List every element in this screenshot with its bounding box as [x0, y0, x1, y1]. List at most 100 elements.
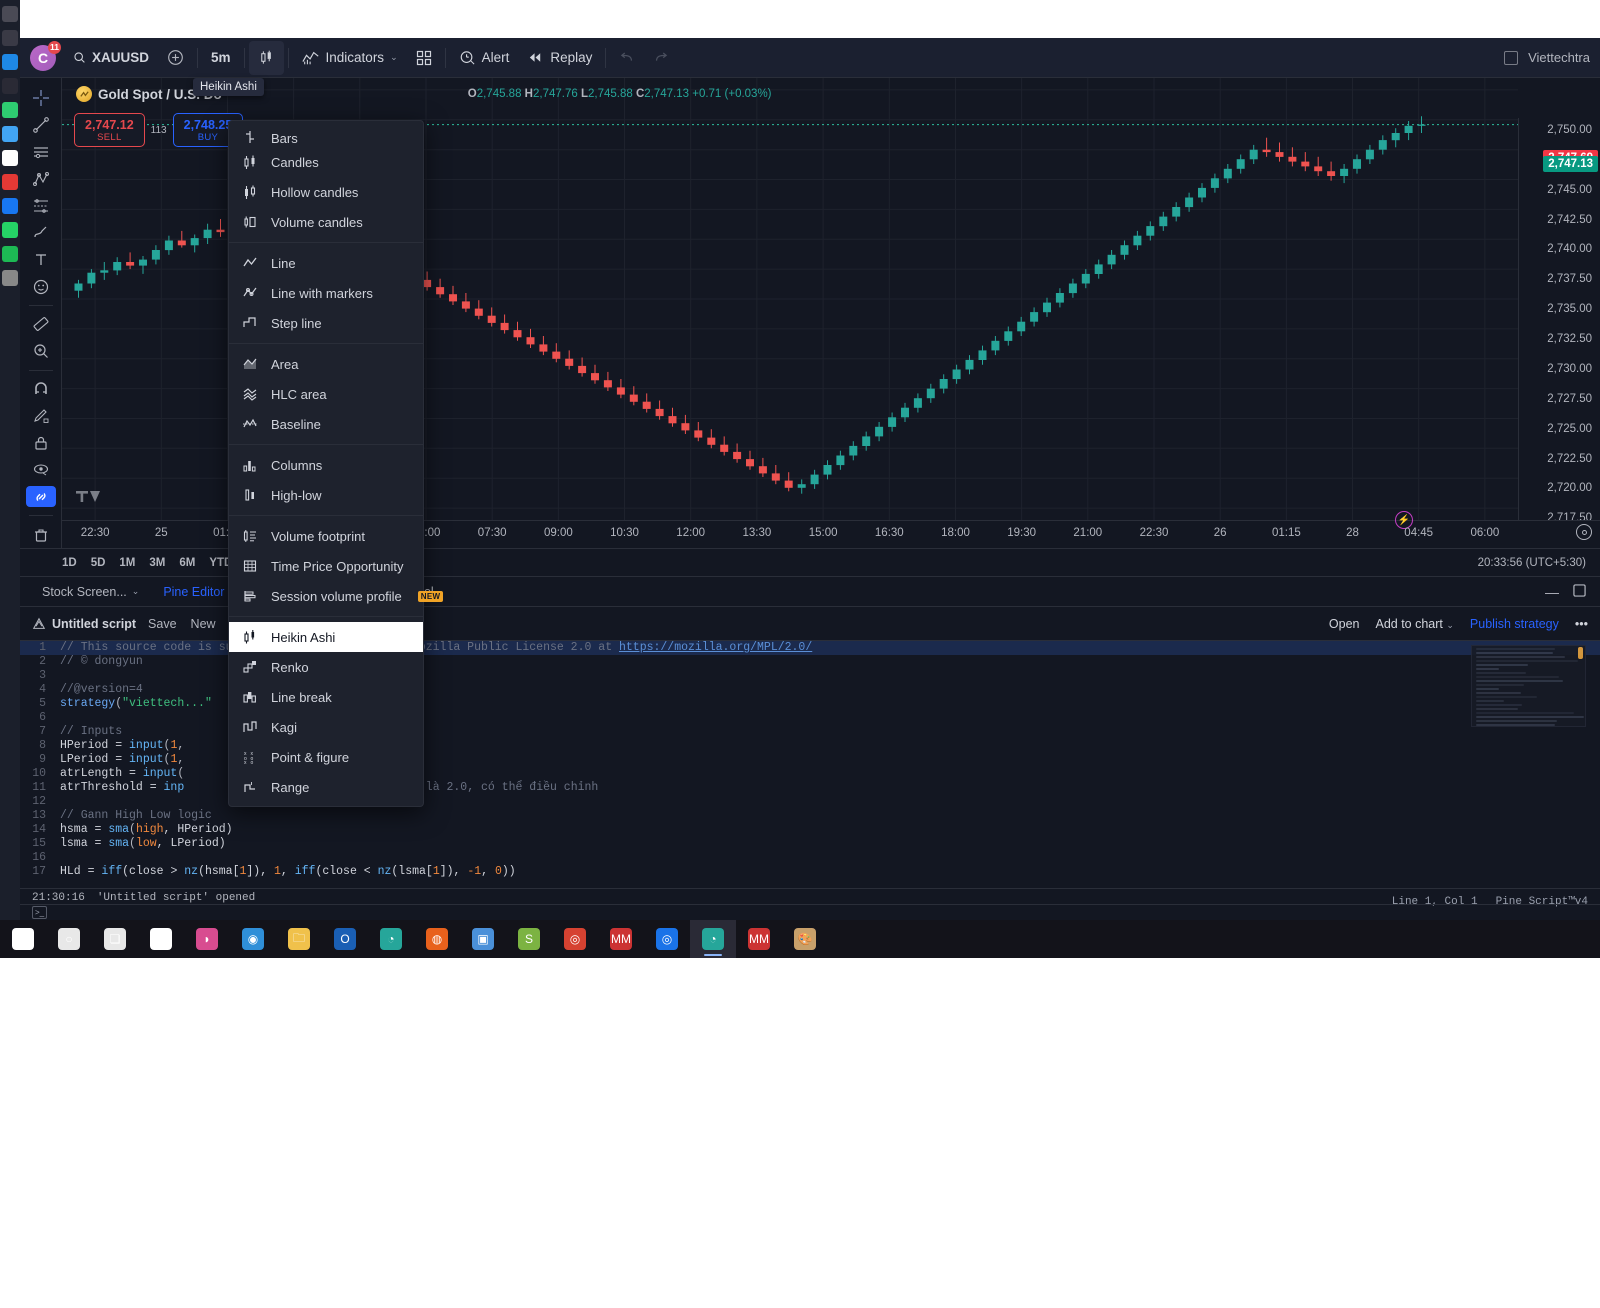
paint-icon[interactable]: 🎨: [782, 920, 828, 958]
menu-item-line-break[interactable]: Line break: [229, 682, 423, 712]
code-line[interactable]: 13 // Gann High Low logic: [20, 809, 1600, 823]
tradingview-icon[interactable]: ◔: [368, 920, 414, 958]
add-symbol-button[interactable]: [158, 41, 193, 75]
sell-button[interactable]: 2,747.12 SELL: [74, 113, 145, 147]
remote-desktop-icon[interactable]: ▣: [460, 920, 506, 958]
text-tool-icon[interactable]: [26, 249, 56, 270]
fib-pitchfork-icon[interactable]: [26, 168, 56, 189]
gann-fan-icon[interactable]: [26, 195, 56, 216]
chart-type-button[interactable]: [249, 41, 284, 75]
script-title[interactable]: Untitled script: [32, 617, 136, 631]
chrome-icon[interactable]: ◎: [552, 920, 598, 958]
tab-stock-screener[interactable]: Stock Screen... ⌄: [30, 577, 151, 607]
menu-item-line[interactable]: Line: [229, 248, 423, 278]
range-button-5d[interactable]: 5D: [85, 555, 112, 571]
redo-button[interactable]: [644, 41, 678, 75]
plus-icon[interactable]: [2, 150, 18, 166]
menu-item-point-figure[interactable]: x x o o x o Point & figure: [229, 742, 423, 772]
pen-icon[interactable]: [2, 78, 18, 94]
microsoft-store-icon[interactable]: 🛍: [138, 920, 184, 958]
outlook-icon[interactable]: O: [322, 920, 368, 958]
editor-menu-save[interactable]: Save: [146, 617, 179, 631]
symbol-search-button[interactable]: XAUUSD: [64, 41, 158, 75]
firefox-icon[interactable]: ◍: [414, 920, 460, 958]
indicators-button[interactable]: Indicators ⌄: [293, 41, 407, 75]
menu-item-baseline[interactable]: Baseline: [229, 409, 423, 439]
code-line[interactable]: 17 HLd = iff(close > nz(hsma[1]), 1, iff(…: [20, 865, 1600, 879]
add-to-chart-button[interactable]: Add to chart ⌄: [1375, 617, 1453, 631]
metatrader-icon[interactable]: MM: [598, 920, 644, 958]
office-icon[interactable]: ◗: [184, 920, 230, 958]
menu-item-volume-candles[interactable]: Volume candles: [229, 207, 423, 237]
range-button-3m[interactable]: 3M: [143, 555, 171, 571]
code-line[interactable]: 16: [20, 851, 1600, 865]
edge-browser-icon[interactable]: ◉: [230, 920, 276, 958]
timeframe-button[interactable]: 5m: [202, 41, 240, 75]
chevron-down-icon[interactable]: ⌄: [1446, 620, 1454, 630]
pencil-lock-icon[interactable]: [26, 405, 56, 426]
code-line[interactable]: 15 lsma = sma(low, LPeriod): [20, 837, 1600, 851]
more-dots-icon[interactable]: [2, 270, 18, 286]
menu-item-candles[interactable]: Candles: [229, 147, 423, 177]
trade-buy-sell-widget[interactable]: 2,747.12 SELL 113 2,748.25 BUY: [74, 113, 243, 147]
range-button-6m[interactable]: 6M: [173, 555, 201, 571]
menu-item-time-price-opportunity[interactable]: Time Price Opportunity: [229, 551, 423, 581]
user-name-label[interactable]: Viettechtra: [1528, 50, 1590, 65]
check-app-icon[interactable]: [2, 102, 18, 118]
clock-icon[interactable]: [2, 30, 18, 46]
menu-item-area[interactable]: Area: [229, 349, 423, 379]
facebook-icon[interactable]: [2, 198, 18, 214]
eye-hide-icon[interactable]: [26, 459, 56, 480]
measure-ruler-icon[interactable]: [26, 314, 56, 335]
menu-item-volume-footprint[interactable]: Volume footprint: [229, 521, 423, 551]
cloud-icon[interactable]: [2, 126, 18, 142]
brush-icon[interactable]: [26, 222, 56, 243]
horizontal-lines-icon[interactable]: [26, 141, 56, 162]
menu-item-kagi[interactable]: Kagi: [229, 712, 423, 742]
lock-icon[interactable]: [26, 432, 56, 453]
metatrader-alt-icon[interactable]: MM: [736, 920, 782, 958]
magnet-icon[interactable]: [26, 378, 56, 399]
menu-item-range[interactable]: Range: [229, 772, 423, 802]
menu-item-columns[interactable]: Columns: [229, 450, 423, 480]
minimize-icon[interactable]: —: [1545, 584, 1559, 600]
whatsapp-icon[interactable]: [2, 222, 18, 238]
range-button-1d[interactable]: 1D: [56, 555, 83, 571]
menu-item-line-with-markers[interactable]: Line with markers: [229, 278, 423, 308]
file-explorer-icon[interactable]: 🗀: [276, 920, 322, 958]
range-button-1m[interactable]: 1M: [113, 555, 141, 571]
menu-item-renko[interactable]: Renko: [229, 652, 423, 682]
layouts-button[interactable]: [407, 41, 441, 75]
chrome-alt-icon[interactable]: ◎: [644, 920, 690, 958]
menu-item-heikin-ashi[interactable]: Heikin Ashi: [229, 622, 423, 652]
publish-strategy-button[interactable]: Publish strategy: [1470, 617, 1559, 631]
layout-checkbox[interactable]: [1504, 51, 1518, 65]
exness-icon[interactable]: S: [506, 920, 552, 958]
menu-item-hollow-candles[interactable]: Hollow candles: [229, 177, 423, 207]
user-avatar[interactable]: C 11: [30, 45, 56, 71]
link-sync-icon[interactable]: [26, 486, 56, 507]
cross-cursor-icon[interactable]: [26, 87, 56, 108]
price-scale[interactable]: 2,750.002,747.502,745.002,742.502,740.00…: [1518, 118, 1600, 548]
code-minimap[interactable]: [1471, 645, 1586, 727]
editor-menu-new[interactable]: New: [189, 617, 218, 631]
tab-pine-editor[interactable]: Pine Editor: [151, 577, 236, 607]
chart-type-dropdown-menu[interactable]: Bars Candles Hollow candles Volume candles L…: [228, 120, 424, 807]
chevron-down-icon[interactable]: ⌄: [390, 52, 398, 63]
task-view-icon[interactable]: ❏: [92, 920, 138, 958]
ai-app-icon[interactable]: [2, 54, 18, 70]
alert-button[interactable]: Alert: [450, 41, 519, 75]
tradingview-active-icon[interactable]: ◔: [690, 920, 736, 958]
menu-item-bars[interactable]: Bars: [229, 125, 423, 147]
start-button-icon[interactable]: ⊞: [0, 920, 46, 958]
menu-item-high-low[interactable]: High-low: [229, 480, 423, 510]
trash-icon[interactable]: [26, 524, 56, 545]
code-line[interactable]: 14 hsma = sma(high, HPeriod): [20, 823, 1600, 837]
menu-item-step-line[interactable]: Step line: [229, 308, 423, 338]
menu-item-session-volume-profile[interactable]: Session volume profile NEW: [229, 581, 423, 611]
spotify-icon[interactable]: [2, 246, 18, 262]
replay-button[interactable]: Replay: [518, 41, 601, 75]
open-button[interactable]: Open: [1329, 617, 1360, 631]
zoom-in-icon[interactable]: [26, 341, 56, 362]
search-icon[interactable]: ○: [46, 920, 92, 958]
